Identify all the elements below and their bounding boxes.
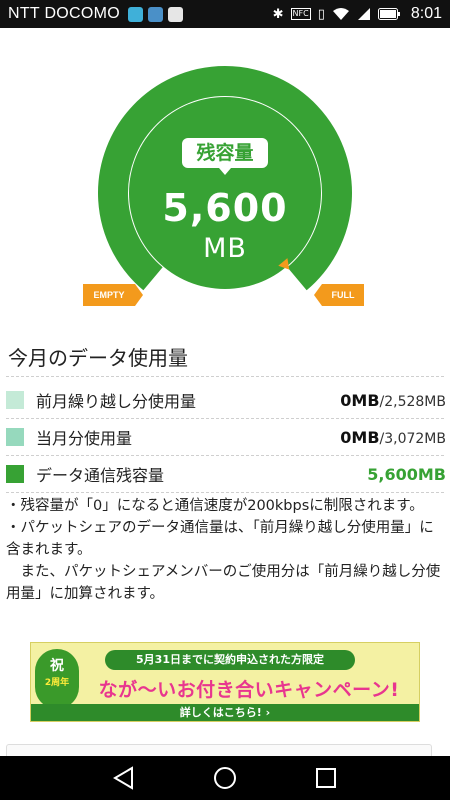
store-icon bbox=[168, 6, 184, 22]
empty-tag: EMPTY bbox=[83, 284, 143, 306]
usage-row-current: 当月分使用量 0MB/3,072MB bbox=[6, 425, 446, 449]
status-bar: NTT DOCOMO ✱ NFC ▯ 8:01 bbox=[0, 0, 450, 28]
anniversary-badge: 祝 2周年 bbox=[35, 649, 79, 709]
note-item: ・パケットシェアのデータ通信量は、「前月繰り越し分使用量」に含まれます。 bbox=[6, 520, 434, 558]
legend-swatch bbox=[6, 428, 24, 446]
banner-main-text: なが〜いお付き合いキャンペーン! bbox=[98, 679, 400, 701]
navigation-bar bbox=[0, 756, 450, 800]
row-used: 0MB bbox=[340, 390, 380, 410]
banner-top-text: 5月31日までに契約申込された方限定 bbox=[105, 650, 355, 670]
gauge-ring bbox=[98, 66, 352, 291]
campaign-banner[interactable]: 祝 2周年 5月31日までに契約申込された方限定 なが〜いお付き合いキャンペーン… bbox=[30, 642, 420, 722]
battery-icon bbox=[377, 8, 400, 20]
row-label: 当月分使用量 bbox=[36, 429, 133, 448]
row-total: /3,072MB bbox=[379, 430, 446, 447]
divider bbox=[6, 376, 444, 377]
divider bbox=[6, 492, 444, 493]
vibrate-icon: ▯ bbox=[317, 6, 325, 22]
bluetooth-icon: ✱ bbox=[272, 6, 284, 22]
note-item: ・残容量が「0」になると通信速度が200kbpsに制限されます。 bbox=[6, 498, 424, 514]
divider bbox=[6, 455, 444, 456]
home-button-icon[interactable] bbox=[195, 756, 255, 800]
signal-icon bbox=[357, 8, 370, 20]
remaining-value: 5,600 bbox=[162, 186, 288, 230]
row-amount: 0MB/2,528MB bbox=[340, 391, 446, 410]
badge-main: 祝 bbox=[50, 658, 64, 674]
usage-section-title: 今月のデータ使用量 bbox=[8, 346, 188, 370]
row-label: データ通信残容量 bbox=[36, 466, 165, 485]
usage-row-carryover: 前月繰り越し分使用量 0MB/2,528MB bbox=[6, 388, 446, 412]
row-used: 0MB bbox=[340, 427, 380, 447]
banner-cta-link[interactable]: 詳しくはこちら! › bbox=[31, 704, 419, 721]
row-label: 前月繰り越し分使用量 bbox=[36, 392, 197, 411]
divider bbox=[6, 418, 444, 419]
row-amount: 5,600MB bbox=[367, 465, 446, 484]
data-gauge: 残容量 5,600 MB bbox=[0, 28, 450, 328]
back-button-icon[interactable] bbox=[94, 756, 154, 800]
clock: 8:01 bbox=[410, 5, 442, 22]
image-icon bbox=[148, 6, 164, 22]
usage-row-remaining: データ通信残容量 5,600MB bbox=[6, 462, 446, 486]
carrier-name: NTT DOCOMO bbox=[8, 5, 121, 22]
row-amount: 0MB/3,072MB bbox=[340, 428, 446, 447]
notes: ・残容量が「0」になると通信速度が200kbpsに制限されます。 ・パケットシェ… bbox=[6, 495, 448, 605]
remaining-label: 残容量 bbox=[182, 138, 268, 175]
note-item: また、パケットシェアメンバーのご使用分は「前月繰り越し分使用量」に加算されます。 bbox=[6, 564, 441, 602]
mail-icon bbox=[128, 6, 144, 22]
badge-sub: 2周年 bbox=[44, 678, 70, 688]
remaining-unit: MB bbox=[203, 233, 247, 264]
row-total: /2,528MB bbox=[379, 393, 446, 410]
full-tag: FULL bbox=[314, 284, 364, 306]
legend-swatch bbox=[6, 465, 24, 483]
wifi-icon bbox=[332, 8, 349, 20]
recents-button-icon[interactable] bbox=[296, 756, 356, 800]
legend-swatch bbox=[6, 391, 24, 409]
nfc-icon: NFC bbox=[290, 8, 311, 20]
row-used: 5,600MB bbox=[367, 464, 446, 484]
